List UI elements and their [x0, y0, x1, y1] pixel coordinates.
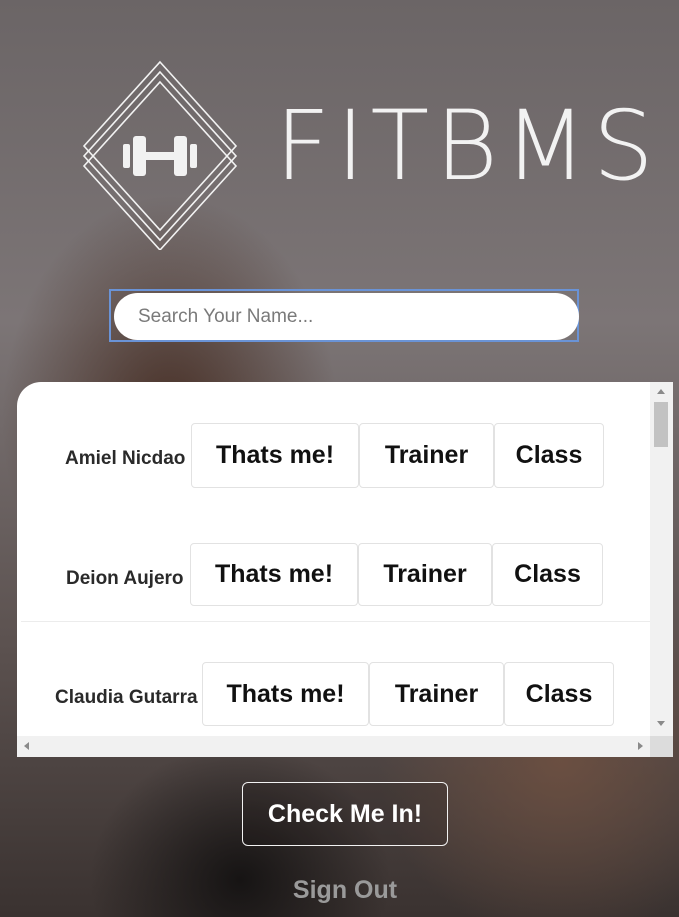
- scroll-left-icon[interactable]: [24, 742, 29, 750]
- member-row: Amiel Nicdao Thats me! Trainer Class: [17, 423, 650, 489]
- search-input[interactable]: [114, 293, 579, 340]
- member-row: Deion Aujero Thats me! Trainer Class: [17, 543, 650, 609]
- member-list-panel: Amiel Nicdao Thats me! Trainer Class Dei…: [17, 382, 673, 757]
- member-name: Claudia Gutarra: [55, 687, 198, 708]
- member-list: Amiel Nicdao Thats me! Trainer Class Dei…: [17, 382, 650, 736]
- row-divider: [21, 621, 650, 622]
- thats-me-button[interactable]: Thats me!: [190, 543, 358, 606]
- search-focus-ring: [109, 289, 579, 342]
- vertical-scrollbar[interactable]: [650, 382, 673, 736]
- member-name: Amiel Nicdao: [65, 448, 186, 469]
- brand-name: FITBMS: [275, 90, 660, 202]
- scroll-up-icon[interactable]: [657, 389, 665, 394]
- brand-logo: FITBMS: [80, 60, 654, 250]
- sign-out-link[interactable]: Sign Out: [240, 876, 450, 905]
- check-me-in-button[interactable]: Check Me In!: [242, 782, 448, 846]
- member-name: Deion Aujero: [66, 568, 184, 589]
- scroll-right-icon[interactable]: [638, 742, 643, 750]
- scrollbar-thumb[interactable]: [654, 402, 668, 447]
- member-row: Claudia Gutarra Thats me! Trainer Class: [17, 662, 650, 728]
- class-button[interactable]: Class: [492, 543, 603, 606]
- scrollbar-corner: [650, 736, 673, 757]
- thats-me-button[interactable]: Thats me!: [202, 662, 369, 726]
- trainer-button[interactable]: Trainer: [358, 543, 492, 606]
- dumbbell-diamond-icon: [82, 60, 238, 250]
- scroll-down-icon[interactable]: [657, 721, 665, 726]
- trainer-button[interactable]: Trainer: [369, 662, 504, 726]
- horizontal-scrollbar[interactable]: [17, 736, 650, 757]
- trainer-button[interactable]: Trainer: [359, 423, 494, 488]
- thats-me-button[interactable]: Thats me!: [191, 423, 359, 488]
- class-button[interactable]: Class: [494, 423, 604, 488]
- class-button[interactable]: Class: [504, 662, 614, 726]
